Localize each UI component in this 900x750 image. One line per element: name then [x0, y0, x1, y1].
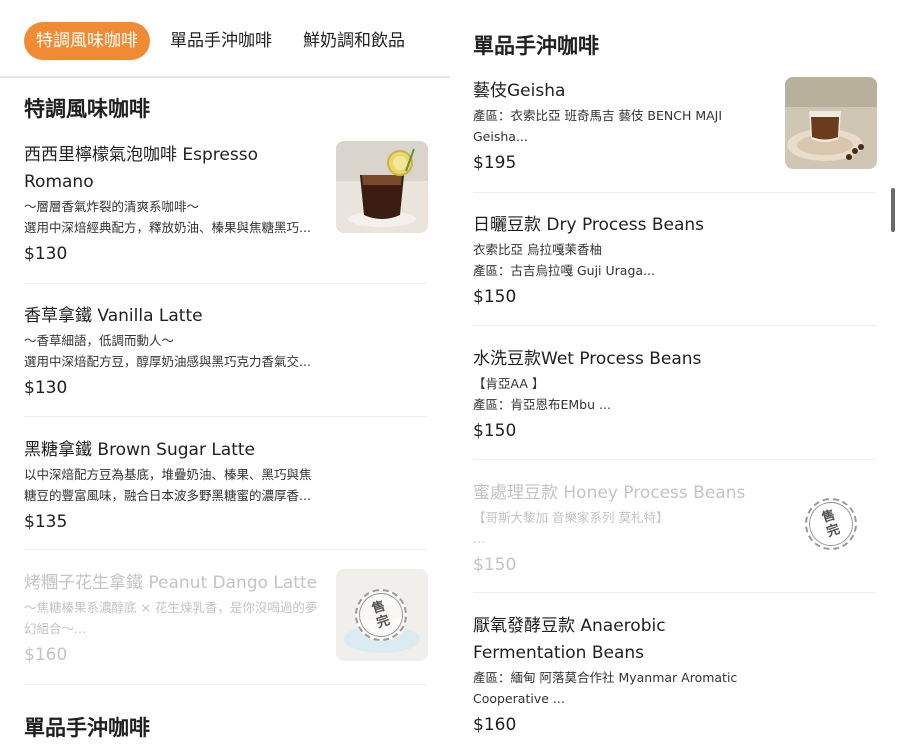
- item-desc: 產區：古吉烏拉嘎 Guji Uraga...: [473, 263, 655, 278]
- item-desc: ～焦糖榛果系濃醇底 × 花生煉乳香，是你沒喝過的夢: [24, 600, 318, 615]
- item-desc: 糖豆的豐富風味，融合日本波多野黑糖蜜的濃厚香...: [24, 488, 311, 503]
- item-desc: 產區：衣索比亞 班奇馬吉 藝伎 BENCH MAJI: [473, 108, 723, 123]
- right-column: 單品手沖咖啡 藝伎Geisha 產區：衣索比亞 班奇馬吉 藝伎 BENCH MA…: [450, 0, 900, 750]
- menu-item-brown-sugar-latte[interactable]: 黑糖拿鐵 Brown Sugar Latte 以中深焙配方豆為基底，堆疊奶油、榛…: [24, 437, 424, 534]
- item-desc: ...: [473, 531, 485, 546]
- item-price: $150: [473, 555, 517, 575]
- item-desc: ～層層香氣炸裂的清爽系咖啡～: [24, 199, 200, 214]
- item-divider: [473, 592, 876, 593]
- item-name: 蜜處理豆款 Honey Process Beans: [473, 483, 746, 503]
- menu-item-anaerobic-fermentation-beans[interactable]: 厭氧發酵豆款 Anaerobic Fermentation Beans 產區：緬…: [473, 613, 873, 737]
- item-name: 日曬豆款 Dry Process Beans: [473, 215, 705, 235]
- menu-item-peanut-dango-latte[interactable]: 烤糰子花生拿鐵 Peanut Dango Latte ～焦糖榛果系濃醇底 × 花…: [24, 570, 330, 667]
- item-divider: [24, 283, 427, 284]
- item-price: $195: [473, 153, 517, 173]
- menu-item-espresso-romano[interactable]: 西西里檸檬氣泡咖啡 Espresso Romano ～層層香氣炸裂的清爽系咖啡～…: [24, 142, 324, 266]
- item-divider: [473, 325, 876, 326]
- menu-item-dry-process-beans[interactable]: 日曬豆款 Dry Process Beans 衣索比亞 烏拉嘎茉香柚 產區：古吉…: [473, 212, 873, 309]
- item-name-cont: Fermentation Beans: [473, 643, 645, 663]
- section-title-specialty: 特調風味咖啡: [24, 97, 150, 121]
- item-desc: 選用中深焙配方豆，醇厚奶油感與黑巧克力香氣交...: [24, 354, 311, 369]
- item-name: 西西里檸檬氣泡咖啡 Espresso: [24, 145, 258, 165]
- item-desc: 產區：肯亞恩布EMbu ...: [473, 397, 611, 412]
- scrollbar-thumb[interactable]: [891, 188, 895, 232]
- item-name: 藝伎Geisha: [473, 81, 566, 101]
- item-desc: 選用中深焙經典配方，釋放奶油、榛果與焦糖黑巧...: [24, 220, 311, 235]
- item-name: 烤糰子花生拿鐵 Peanut Dango Latte: [24, 573, 318, 593]
- item-price: $150: [473, 421, 517, 441]
- item-desc: 衣索比亞 烏拉嘎茉香柚: [473, 242, 602, 257]
- tab-specialty-coffee[interactable]: 特調風味咖啡: [24, 22, 150, 60]
- category-tab-bar: 特調風味咖啡 單品手沖咖啡 鮮奶調和飲品: [0, 0, 450, 78]
- left-column: 特調風味咖啡 單品手沖咖啡 鮮奶調和飲品 特調風味咖啡 西西里檸檬氣泡咖啡 Es…: [0, 0, 450, 750]
- item-price: $160: [473, 715, 517, 735]
- tab-pourover-coffee[interactable]: 單品手沖咖啡: [170, 22, 272, 60]
- item-desc: Cooperative ...: [473, 691, 565, 706]
- item-desc: Geisha...: [473, 129, 528, 144]
- item-name: 厭氧發酵豆款 Anaerobic: [473, 616, 666, 636]
- item-price: $150: [473, 287, 517, 307]
- item-divider: [473, 192, 876, 193]
- menu-item-wet-process-beans[interactable]: 水洗豆款Wet Process Beans 【肯亞AA 】 產區：肯亞恩布EMb…: [473, 346, 873, 443]
- menu-item-vanilla-latte[interactable]: 香草拿鐵 Vanilla Latte ～香草細語，低調而動人～ 選用中深焙配方豆…: [24, 303, 424, 400]
- item-desc: 【哥斯大黎加 音樂家系列 莫札特】: [473, 510, 669, 525]
- item-name: 香草拿鐵 Vanilla Latte: [24, 306, 203, 326]
- item-divider: [24, 549, 427, 550]
- item-price: $130: [24, 244, 68, 264]
- item-desc: ～香草細語，低調而動人～: [24, 333, 175, 348]
- menu-item-honey-process-beans[interactable]: 蜜處理豆款 Honey Process Beans 【哥斯大黎加 音樂家系列 莫…: [473, 480, 793, 577]
- sold-out-stamp: 售 完: [798, 491, 864, 557]
- item-name: 黑糖拿鐵 Brown Sugar Latte: [24, 440, 256, 460]
- item-divider: [473, 459, 876, 460]
- item-divider: [24, 684, 427, 685]
- item-photo-espresso-romano[interactable]: [336, 141, 428, 233]
- item-photo-geisha[interactable]: [785, 77, 877, 169]
- item-desc: 以中深焙配方豆為基底，堆疊奶油、榛果、黑巧與焦: [24, 467, 312, 482]
- tab-milk-drinks[interactable]: 鮮奶調和飲品: [303, 22, 405, 60]
- item-desc: 幻組合～...: [24, 621, 86, 636]
- item-price: $130: [24, 378, 68, 398]
- item-divider: [24, 416, 427, 417]
- section-title-pourover: 單品手沖咖啡: [24, 716, 150, 740]
- item-price: $135: [24, 512, 68, 532]
- menu-item-geisha[interactable]: 藝伎Geisha 產區：衣索比亞 班奇馬吉 藝伎 BENCH MAJI Geis…: [473, 78, 773, 175]
- section-title-pourover: 單品手沖咖啡: [473, 34, 599, 58]
- item-desc: 【肯亞AA 】: [473, 376, 545, 391]
- item-price: $160: [24, 645, 68, 665]
- item-name-cont: Romano: [24, 172, 94, 192]
- item-desc: 產區：緬甸 阿落莫合作社 Myanmar Aromatic: [473, 670, 738, 685]
- item-name: 水洗豆款Wet Process Beans: [473, 349, 702, 369]
